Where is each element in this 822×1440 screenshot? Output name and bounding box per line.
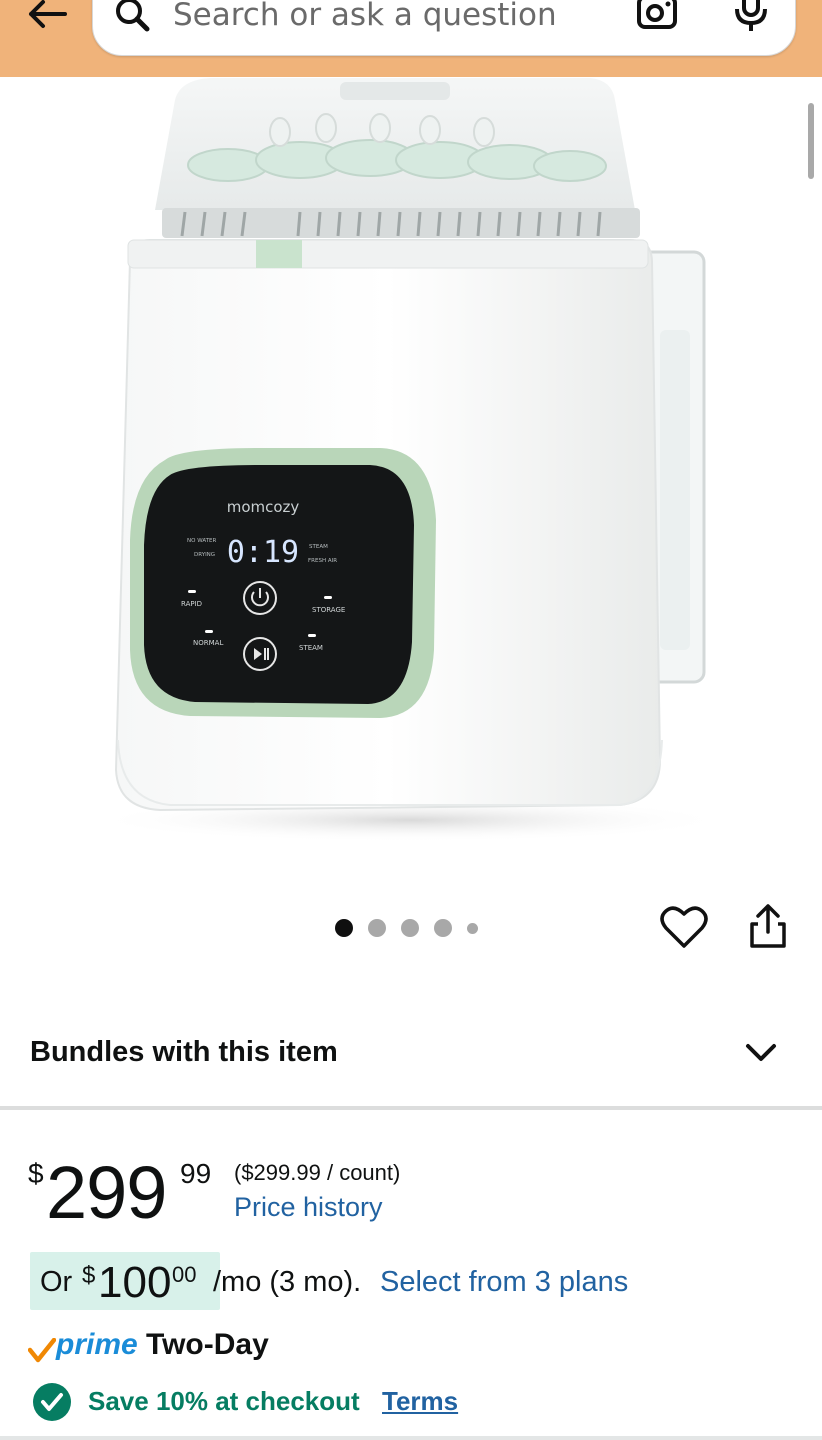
prime-check-icon	[28, 1338, 56, 1363]
chevron-down-icon[interactable]	[744, 1040, 778, 1064]
carousel-indicators	[335, 918, 493, 938]
svg-text:STORAGE: STORAGE	[312, 606, 345, 614]
bundles-section[interactable]: Bundles with this item	[0, 1010, 822, 1098]
svg-text:STEAM: STEAM	[299, 644, 323, 652]
select-plans-link[interactable]: Select from 3 plans	[380, 1266, 628, 1299]
installment-term: /mo (3 mo).	[213, 1266, 362, 1298]
search-input[interactable]: Search or ask a question	[173, 0, 557, 33]
price-fraction: 99	[180, 1158, 212, 1189]
display-digits: 0:19	[227, 535, 299, 570]
price-whole: 299	[46, 1151, 167, 1234]
svg-text:NORMAL: NORMAL	[193, 639, 223, 647]
coupon-text: Save 10% at checkout	[88, 1386, 360, 1416]
wishlist-heart-icon[interactable]	[660, 904, 708, 950]
product-image-carousel[interactable]: momcozy 0:19 NO WATER DRYING STEAM FRESH…	[0, 77, 822, 887]
prime-logo: prime	[56, 1328, 138, 1361]
installment-fraction: 00	[172, 1262, 197, 1287]
back-button[interactable]	[22, 0, 72, 34]
coupon-row: Save 10% at checkout Terms	[32, 1380, 822, 1422]
prime-speed: Two-Day	[146, 1328, 269, 1361]
share-icon[interactable]	[746, 902, 790, 950]
svg-text:RAPID: RAPID	[181, 600, 202, 608]
prime-delivery: prime Two-Day	[28, 1326, 818, 1368]
back-arrow-icon	[29, 0, 67, 28]
search-bar[interactable]: Search or ask a question	[92, 0, 796, 56]
svg-text:NO WATER: NO WATER	[187, 538, 216, 544]
installment-prefix: Or	[40, 1266, 73, 1298]
check-circle-icon	[33, 1383, 71, 1421]
carousel-dot[interactable]	[401, 919, 419, 937]
carousel-dot[interactable]	[467, 922, 478, 934]
brand-logo: momcozy	[227, 498, 300, 516]
top-header: Search or ask a question	[0, 0, 822, 77]
section-divider	[0, 1106, 822, 1110]
scrollbar-thumb[interactable]	[808, 103, 814, 179]
price-currency: $	[28, 1158, 44, 1189]
svg-text:FRESH AIR: FRESH AIR	[308, 558, 337, 564]
microphone-icon[interactable]	[731, 0, 771, 33]
svg-text:DRYING: DRYING	[194, 552, 215, 558]
carousel-dot[interactable]	[368, 919, 386, 937]
unit-price: ($299.99 / count)	[234, 1160, 401, 1185]
product-image: momcozy 0:19 NO WATER DRYING STEAM FRESH…	[90, 78, 730, 842]
price-block: $ 299 99 ($299.99 / count) Price history	[28, 1150, 818, 1234]
search-icon	[116, 0, 150, 32]
carousel-dot[interactable]	[434, 919, 452, 937]
terms-link[interactable]: Terms	[382, 1386, 458, 1417]
svg-text:STEAM: STEAM	[309, 544, 328, 550]
bottom-divider	[0, 1436, 822, 1440]
camera-icon[interactable]	[635, 0, 679, 31]
installment-currency: $	[82, 1262, 96, 1289]
carousel-dot[interactable]	[335, 919, 353, 937]
installment-offer: Or $ 100 00 /mo (3 mo). Select from 3 pl…	[30, 1252, 820, 1310]
bundles-title: Bundles with this item	[30, 1036, 338, 1068]
installment-whole: 100	[98, 1258, 172, 1307]
price-history-link[interactable]: Price history	[234, 1192, 383, 1223]
